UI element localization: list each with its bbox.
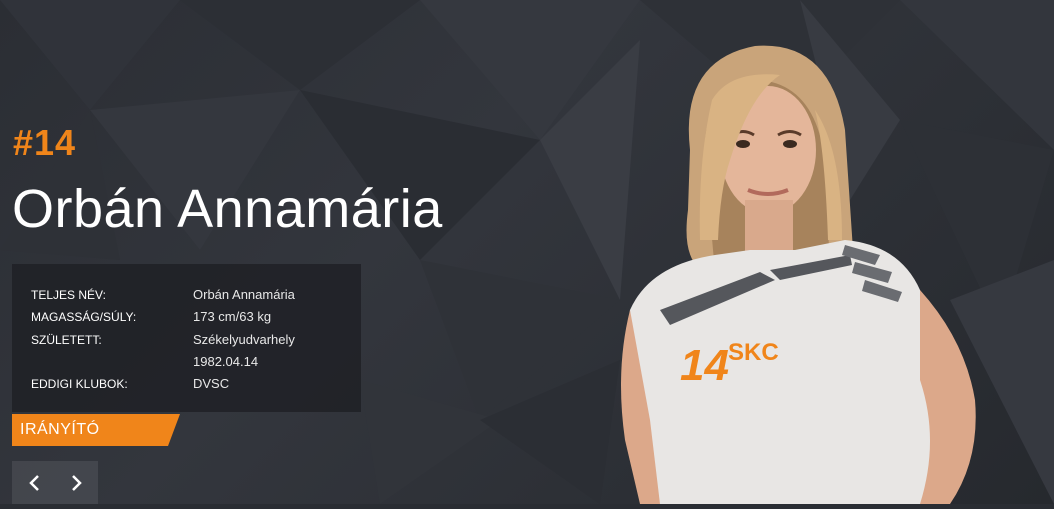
clubs-value: DVSC <box>193 376 230 391</box>
full-name-label: TELJES NÉV: <box>31 288 106 302</box>
info-panel: TELJES NÉV: Orbán Annamária MAGASSÁG/SÚL… <box>12 264 361 412</box>
height-weight-value: 173 cm/63 kg <box>193 309 272 324</box>
player-number: #14 <box>13 122 77 163</box>
born-place: Székelyudvarhely <box>193 332 295 347</box>
chevron-left-icon <box>28 474 39 491</box>
full-name-value: Orbán Annamária <box>193 287 295 302</box>
position-label: IRÁNYÍTÓ <box>20 421 100 438</box>
previous-button[interactable] <box>12 461 55 504</box>
position-badge: IRÁNYÍTÓ <box>12 414 180 446</box>
navigation <box>12 461 98 504</box>
clubs-label: EDDIGI KLUBOK: <box>31 377 128 391</box>
chevron-right-icon <box>71 474 82 491</box>
jersey-number: 14 <box>680 341 729 390</box>
player-photo: 14 SKC <box>620 40 990 504</box>
born-label: SZÜLETETT: <box>31 333 102 347</box>
height-weight-label: MAGASSÁG/SÚLY: <box>31 310 137 324</box>
player-name: Orbán Annamária <box>12 179 443 239</box>
next-button[interactable] <box>55 461 98 504</box>
born-date: 1982.04.14 <box>193 354 259 369</box>
jersey-club: SKC <box>728 339 779 366</box>
